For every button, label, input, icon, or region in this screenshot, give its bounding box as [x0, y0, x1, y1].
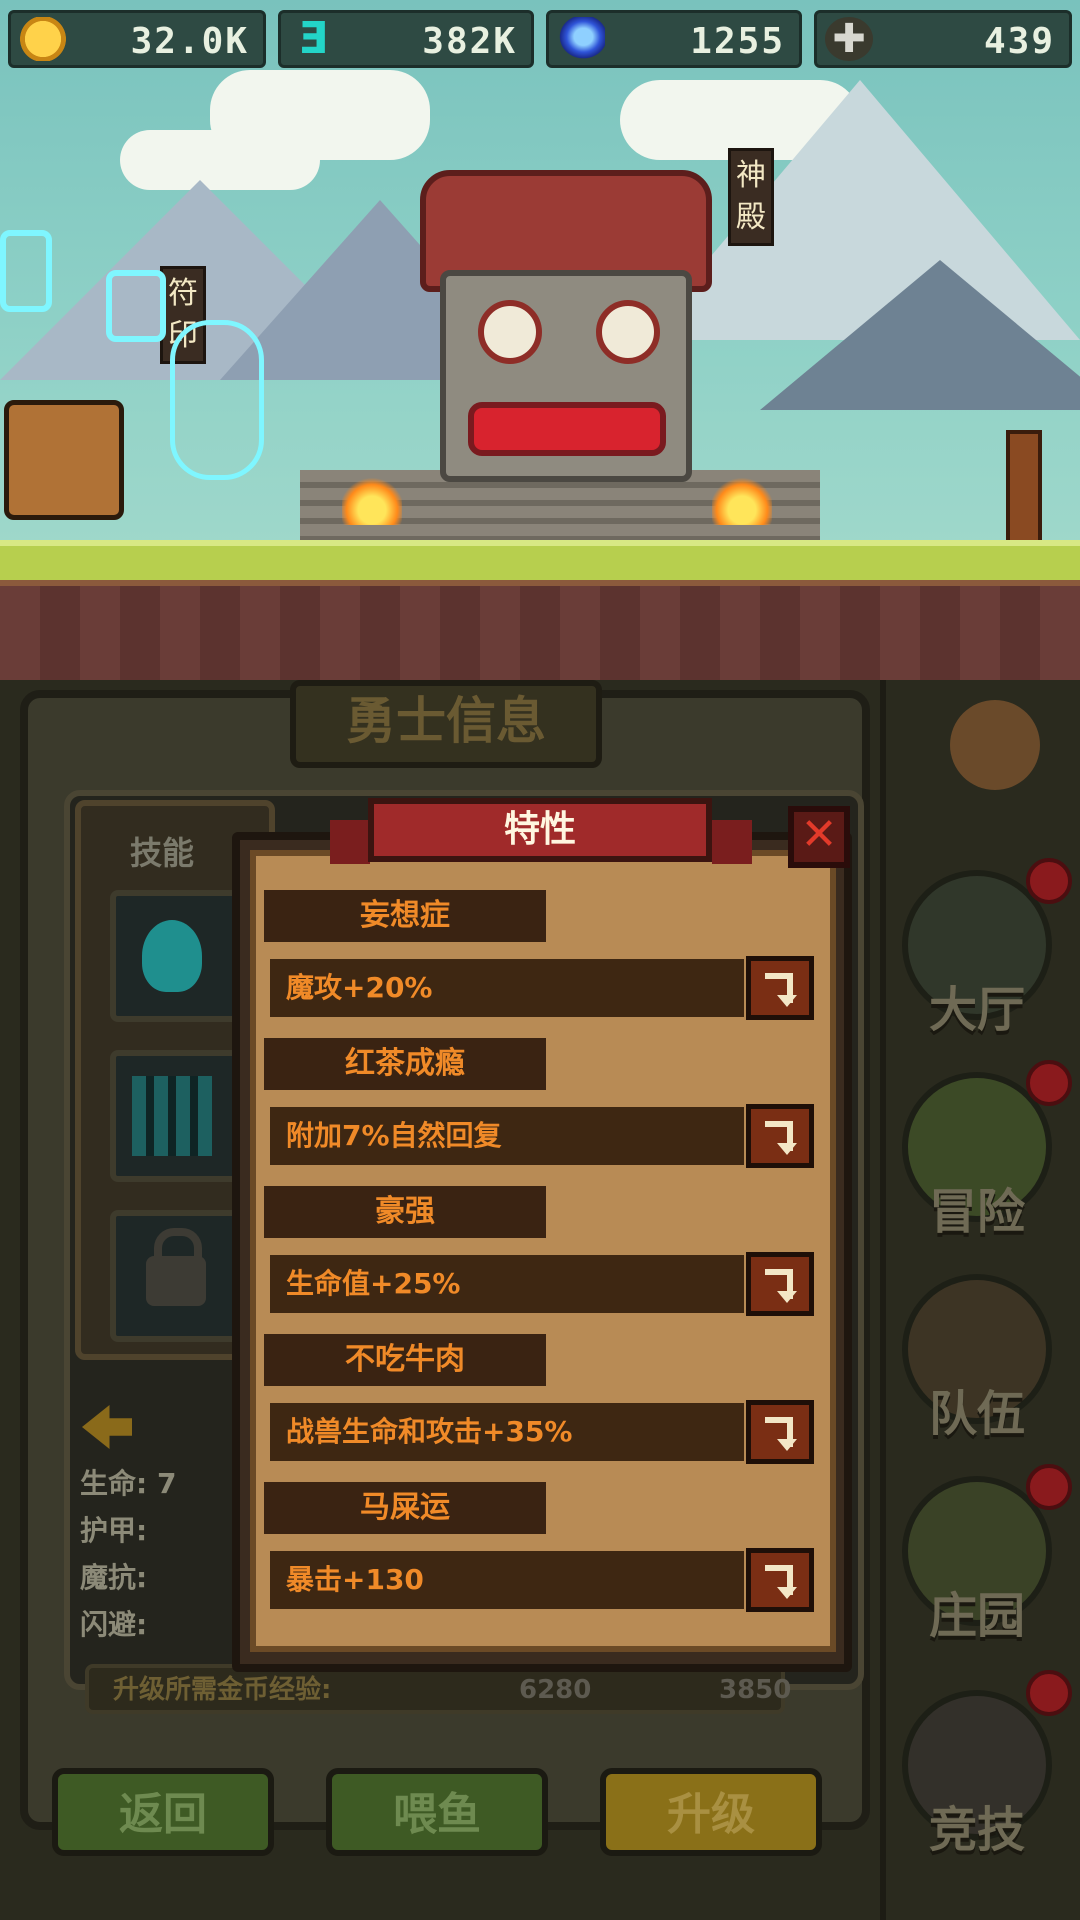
notification-dot: [1026, 1060, 1072, 1106]
temple-banner: 神殿: [728, 148, 774, 246]
notification-dot: [1026, 1670, 1072, 1716]
upgrade-cost-exp: 3850: [719, 1675, 792, 1705]
close-icon: ✕: [800, 809, 838, 860]
totem-eye-left: [478, 300, 542, 364]
notification-dot: [1026, 858, 1072, 904]
energy-e-icon: Ǝ: [297, 13, 329, 64]
gold-counter[interactable]: 32.0K: [8, 10, 266, 68]
totem-eye-right: [596, 300, 660, 364]
cross-value: 439: [983, 21, 1055, 62]
skill-slot[interactable]: [110, 890, 242, 1022]
lightning-effect: [106, 270, 166, 342]
ribbon-tail-left: [330, 820, 370, 864]
nav-team[interactable]: 队伍: [902, 1274, 1058, 1444]
reroll-trait-button[interactable]: [746, 1400, 814, 1464]
reroll-trait-button[interactable]: [746, 956, 814, 1020]
energy-value: 382K: [422, 21, 517, 62]
trait-effect: 暴击+130: [270, 1551, 744, 1609]
cross-counter[interactable]: ✚ 439: [814, 10, 1072, 68]
tiki-post: [1006, 430, 1042, 553]
battle-scene: 符印 神殿: [0, 0, 1080, 680]
ribbon-tail-right: [712, 820, 752, 864]
trait-name: 不吃牛肉: [264, 1334, 546, 1386]
feed-fish-button[interactable]: 喂鱼: [326, 1768, 548, 1856]
close-button[interactable]: ✕: [788, 806, 850, 868]
gem-counter[interactable]: 1255: [546, 10, 802, 68]
lock-shackle: [154, 1228, 202, 1272]
nav-arena-label: 竞技: [928, 1802, 1025, 1858]
trait-name: 妄想症: [264, 890, 546, 942]
upgrade-button[interactable]: 升级: [600, 1768, 822, 1856]
lightning-effect: [170, 320, 264, 480]
trait-effect: 生命值+25%: [270, 1255, 744, 1313]
nav-manor-label: 庄园: [928, 1588, 1025, 1644]
blue-gem-icon: [557, 17, 605, 61]
reroll-trait-button[interactable]: [746, 1548, 814, 1612]
nav-team-label: 队伍: [928, 1386, 1025, 1442]
fire-icon: [712, 475, 772, 525]
upgrade-cost-label: 升级所需金币经验:: [113, 1675, 332, 1705]
locked-skill-slot[interactable]: [110, 1210, 242, 1342]
nav-adventure-label: 冒险: [928, 1184, 1025, 1240]
panel-title: 勇士信息: [290, 680, 602, 768]
traits-dialog-title: 特性: [368, 798, 712, 862]
trait-effect: 魔攻+20%: [270, 959, 744, 1017]
trait-effect: 战兽生命和攻击+35%: [270, 1403, 744, 1461]
nav-hall-label: 大厅: [928, 982, 1025, 1038]
trait-name: 马屎运: [264, 1482, 546, 1534]
feather-icon: [142, 920, 202, 992]
lightning-effect: [0, 230, 52, 312]
skills-label: 技能: [130, 834, 195, 872]
upgrade-cost-gold: 6280: [519, 1675, 592, 1705]
nav-arena[interactable]: 竞技: [902, 1690, 1058, 1860]
notification-dot: [1026, 1464, 1072, 1510]
pet-avatar[interactable]: [950, 700, 1040, 790]
totem-mouth: [468, 402, 666, 456]
skill-slot[interactable]: [110, 1050, 242, 1182]
ground-dirt: [0, 580, 1080, 680]
reroll-trait-button[interactable]: [746, 1104, 814, 1168]
hero-character[interactable]: [4, 400, 124, 520]
gold-coin-icon: [19, 17, 67, 61]
trait-name: 豪强: [264, 1186, 546, 1238]
rune-icon: [132, 1076, 212, 1156]
trait-name: 红茶成瘾: [264, 1038, 546, 1090]
trait-effect: 附加7%自然回复: [270, 1107, 744, 1165]
gold-value: 32.0K: [130, 21, 249, 62]
back-button[interactable]: 返回: [52, 1768, 274, 1856]
gem-value: 1255: [690, 21, 785, 62]
fire-icon: [342, 475, 402, 525]
holy-cross-icon: ✚: [825, 17, 873, 61]
energy-counter[interactable]: Ǝ 382K: [278, 10, 534, 68]
reroll-trait-button[interactable]: [746, 1252, 814, 1316]
